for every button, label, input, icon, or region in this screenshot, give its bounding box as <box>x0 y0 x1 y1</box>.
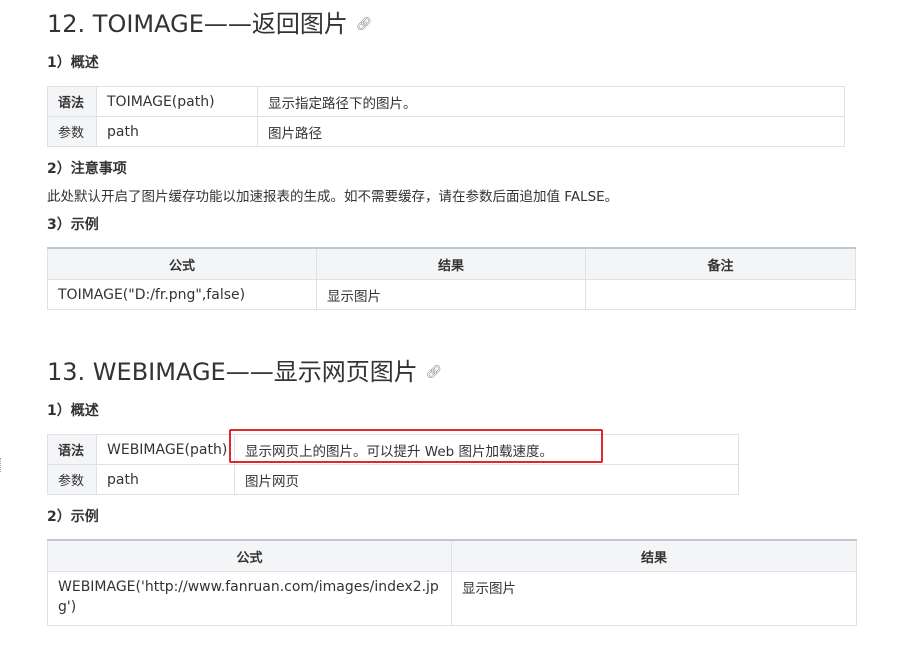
table-row: WEBIMAGE('http://www.fanruan.com/images/… <box>47 571 857 626</box>
param-value: path <box>96 116 258 147</box>
link-icon[interactable]: 🔗︎ <box>426 358 443 388</box>
column-header-result: 结果 <box>316 247 586 280</box>
syntax-label: 语法 <box>47 86 97 117</box>
section-13-title-text: 13. WEBIMAGE——显示网页图片 <box>47 358 418 386</box>
section-12-notes-heading: 2）注意事项 <box>47 161 127 177</box>
edge-handle <box>0 458 4 472</box>
table-row: 参数 path 图片路径 <box>47 116 845 147</box>
section-12-example-table: 公式 结果 备注 TOIMAGE("D:/fr.png",false) 显示图片 <box>47 247 856 310</box>
table-row: 语法 WEBIMAGE(path) 显示网页上的图片。可以提升 Web 图片加载… <box>47 434 739 465</box>
param-description: 图片路径 <box>257 116 845 147</box>
table-header-row: 公式 结果 备注 <box>47 247 856 280</box>
result-cell: 显示图片 <box>451 571 857 626</box>
section-12-title-text: 12. TOIMAGE——返回图片 <box>47 10 348 38</box>
table-header-row: 公式 结果 <box>47 539 857 572</box>
note-cell <box>585 279 856 310</box>
syntax-label: 语法 <box>47 434 97 465</box>
section-12-title: 12. TOIMAGE——返回图片 🔗︎ <box>47 9 372 40</box>
link-icon[interactable]: 🔗︎ <box>356 10 373 40</box>
param-label: 参数 <box>47 116 97 147</box>
column-header-result: 结果 <box>451 539 857 572</box>
syntax-description: 显示指定路径下的图片。 <box>257 86 845 117</box>
formula-cell: WEBIMAGE('http://www.fanruan.com/images/… <box>47 571 452 626</box>
column-header-formula: 公式 <box>47 539 452 572</box>
section-12-notes-text: 此处默认开启了图片缓存功能以加速报表的生成。如不需要缓存，请在参数后面追加值 F… <box>47 189 619 205</box>
table-row: 语法 TOIMAGE(path) 显示指定路径下的图片。 <box>47 86 845 117</box>
section-13-overview-heading: 1）概述 <box>47 403 99 419</box>
section-13-example-heading: 2）示例 <box>47 509 99 525</box>
syntax-value: WEBIMAGE(path) <box>96 434 235 465</box>
result-cell: 显示图片 <box>316 279 586 310</box>
table-row: TOIMAGE("D:/fr.png",false) 显示图片 <box>47 279 856 310</box>
formula-cell: TOIMAGE("D:/fr.png",false) <box>47 279 317 310</box>
section-13-example-table: 公式 结果 WEBIMAGE('http://www.fanruan.com/i… <box>47 539 857 626</box>
syntax-description: 显示网页上的图片。可以提升 Web 图片加载速度。 <box>234 434 739 465</box>
table-row: 参数 path 图片网页 <box>47 464 739 495</box>
syntax-value: TOIMAGE(path) <box>96 86 258 117</box>
param-value: path <box>96 464 235 495</box>
column-header-note: 备注 <box>585 247 856 280</box>
param-description: 图片网页 <box>234 464 739 495</box>
column-header-formula: 公式 <box>47 247 317 280</box>
param-label: 参数 <box>47 464 97 495</box>
section-12-example-heading: 3）示例 <box>47 217 99 233</box>
section-12-definition-table: 语法 TOIMAGE(path) 显示指定路径下的图片。 参数 path 图片路… <box>47 86 845 147</box>
section-12-overview-heading: 1）概述 <box>47 55 99 71</box>
section-13-title: 13. WEBIMAGE——显示网页图片 🔗︎ <box>47 357 442 388</box>
section-13-definition-table: 语法 WEBIMAGE(path) 显示网页上的图片。可以提升 Web 图片加载… <box>47 434 739 495</box>
